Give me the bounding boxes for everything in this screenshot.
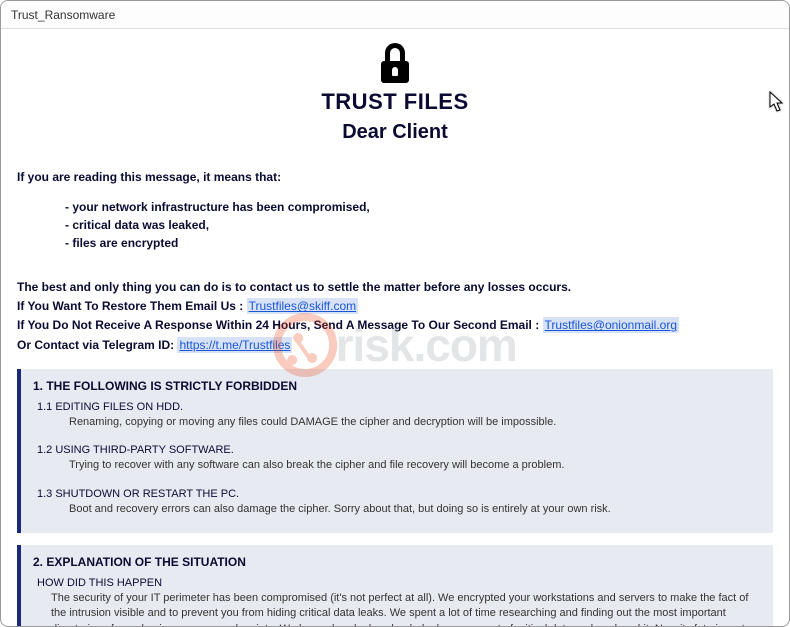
subsection-body: Trying to recover with any software can …: [69, 458, 761, 473]
contact-label: If You Want To Restore Them Email Us :: [17, 299, 247, 313]
titlebar[interactable]: Trust_Ransomware: [1, 1, 789, 29]
bullet-item: - your network infrastructure has been c…: [65, 198, 773, 216]
intro-bullets: - your network infrastructure has been c…: [65, 198, 773, 252]
ransom-note-content: TRUST FILES Dear Client If you are readi…: [1, 29, 789, 627]
contact-block: The best and only thing you can do is to…: [17, 278, 773, 355]
forbidden-box: 1. THE FOLLOWING IS STRICTLY FORBIDDEN 1…: [17, 369, 773, 533]
subsection-heading: 1.3 SHUTDOWN OR RESTART THE PC.: [37, 488, 761, 500]
box-title: 2. EXPLANATION OF THE SITUATION: [33, 555, 761, 569]
email-secondary-link[interactable]: Trustfiles@onionmail.org: [543, 317, 679, 333]
subsection-body: Boot and recovery errors can also damage…: [69, 502, 761, 517]
app-window: Trust_Ransomware TRUST FILES Dear Client…: [0, 0, 790, 627]
bullet-item: - critical data was leaked,: [65, 216, 773, 234]
contact-line-2: If You Want To Restore Them Email Us : T…: [17, 297, 773, 316]
bullet-item: - files are encrypted: [65, 234, 773, 252]
explanation-box: 2. EXPLANATION OF THE SITUATION HOW DID …: [17, 545, 773, 627]
contact-line-1: The best and only thing you can do is to…: [17, 278, 773, 297]
content-viewport[interactable]: TRUST FILES Dear Client If you are readi…: [1, 29, 789, 627]
page-title: TRUST FILES: [17, 89, 773, 115]
contact-label: Or Contact via Telegram ID:: [17, 338, 177, 352]
subsection-heading: HOW DID THIS HAPPEN: [37, 577, 761, 589]
subsection-heading: 1.2 USING THIRD-PARTY SOFTWARE.: [37, 444, 761, 456]
page-subtitle: Dear Client: [17, 121, 773, 144]
intro-line: If you are reading this message, it mean…: [17, 170, 773, 184]
subsection-body: The security of your IT perimeter has be…: [51, 591, 761, 627]
contact-label: If You Do Not Receive A Response Within …: [17, 318, 543, 332]
lock-icon: [378, 43, 412, 83]
email-primary-link[interactable]: Trustfiles@skiff.com: [247, 298, 359, 314]
telegram-link[interactable]: https://t.me/Trustfiles: [177, 337, 292, 353]
window-title: Trust_Ransomware: [11, 8, 115, 22]
contact-line-4: Or Contact via Telegram ID: https://t.me…: [17, 336, 773, 355]
subsection-heading: 1.1 EDITING FILES ON HDD.: [37, 401, 761, 413]
contact-line-3: If You Do Not Receive A Response Within …: [17, 316, 773, 335]
subsection-body: Renaming, copying or moving any files co…: [69, 415, 761, 430]
box-title: 1. THE FOLLOWING IS STRICTLY FORBIDDEN: [33, 379, 761, 393]
